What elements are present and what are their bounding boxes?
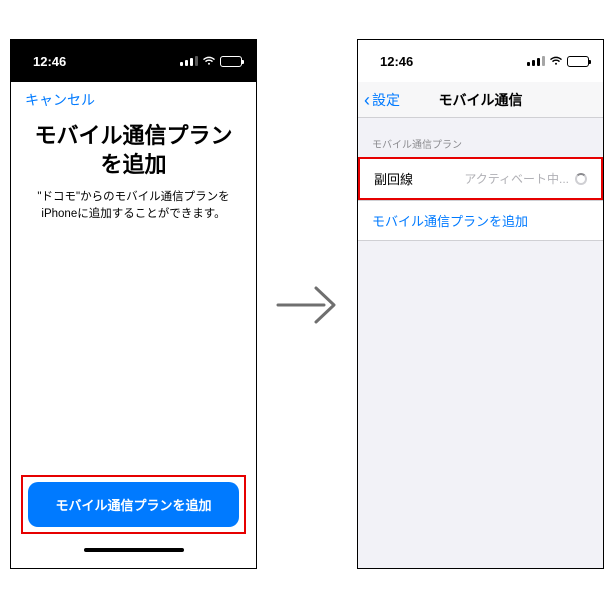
nav-bar: キャンセル (11, 82, 256, 114)
plan-status-text: アクティベート中... (464, 170, 569, 187)
add-plan-button[interactable]: モバイル通信プランを追加 (28, 482, 239, 527)
status-time: 12:46 (380, 54, 413, 69)
highlight-annotation: モバイル通信プランを追加 (21, 475, 246, 534)
cancel-button[interactable]: キャンセル (25, 92, 95, 108)
plan-label: 副回線 (374, 169, 413, 188)
add-plan-label: モバイル通信プランを追加 (372, 211, 528, 230)
battery-icon (220, 56, 242, 67)
battery-icon (567, 56, 589, 67)
signal-icon (527, 56, 545, 66)
status-icons (527, 56, 589, 67)
status-bar: 12:46 (11, 40, 256, 82)
nav-bar: ‹ 設定 モバイル通信 (358, 82, 603, 118)
signal-icon (180, 56, 198, 66)
plan-row[interactable]: 副回線 アクティベート中... (360, 159, 601, 198)
arrow-icon (276, 280, 338, 330)
highlight-annotation: 副回線 アクティベート中... (358, 157, 603, 200)
back-label: 設定 (372, 90, 400, 110)
plan-status: アクティベート中... (464, 170, 587, 187)
page-title: モバイル通信プランを追加 (25, 122, 242, 179)
spinner-icon (575, 173, 587, 185)
wifi-icon (549, 56, 563, 66)
bottom-area: モバイル通信プランを追加 (11, 475, 256, 568)
phone-screen-add-plan: 12:46 キャンセル モバイル通信プランを追加 "ドコモ"からのモバイル通信プ… (10, 39, 257, 569)
page-subtitle: "ドコモ"からのモバイル通信プランをiPhoneに追加することができます。 (25, 189, 242, 224)
home-indicator[interactable] (84, 548, 184, 552)
add-plan-row[interactable]: モバイル通信プランを追加 (358, 200, 603, 241)
title-area: モバイル通信プランを追加 "ドコモ"からのモバイル通信プランをiPhoneに追加… (11, 114, 256, 224)
status-time: 12:46 (33, 54, 66, 69)
phone-screen-cellular-settings: 12:46 ‹ 設定 モバイル通信 モバイル通信プラン 副回線 アクティベート中… (357, 39, 604, 569)
status-bar: 12:46 (358, 40, 603, 82)
section-header: モバイル通信プラン (358, 118, 603, 157)
nav-title: モバイル通信 (439, 90, 523, 110)
chevron-left-icon: ‹ (364, 91, 370, 109)
back-button[interactable]: ‹ 設定 (364, 82, 400, 117)
wifi-icon (202, 56, 216, 66)
status-icons (180, 56, 242, 67)
